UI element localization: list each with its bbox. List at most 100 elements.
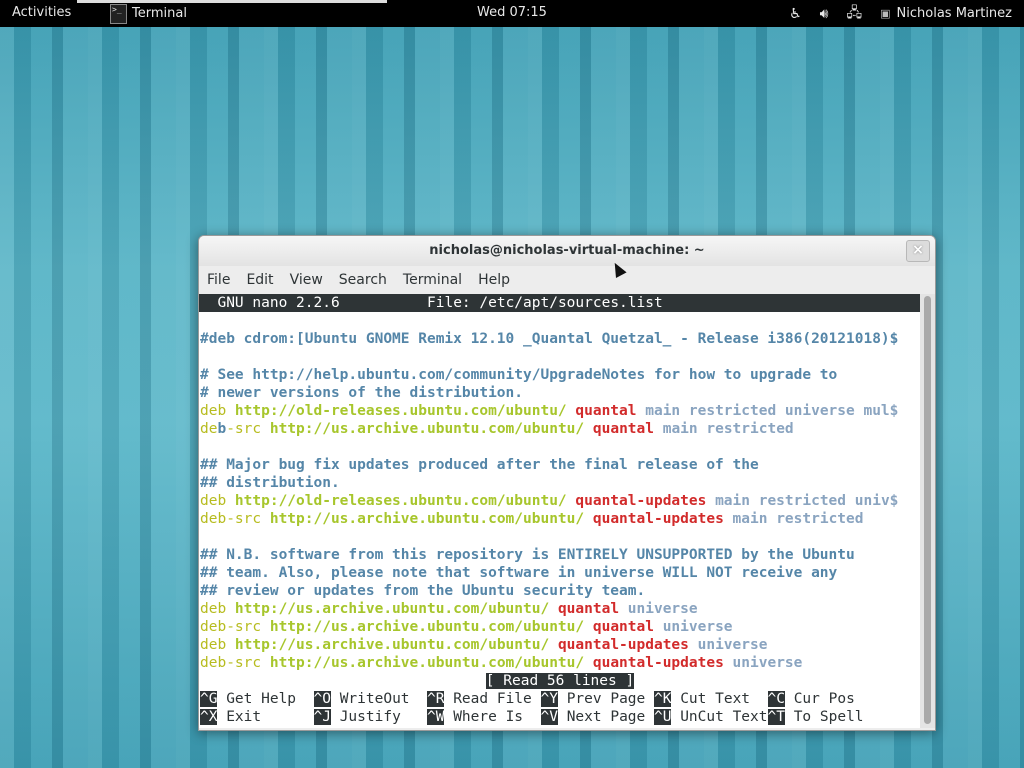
editor-line: deb-src http://us.archive.ubuntu.com/ubu… [199, 420, 920, 438]
editor-text: main restricted univ$ [706, 493, 899, 509]
top-bar: Activities >_ Terminal Wed 07:15 ♿ 🔊︎ 🖧︎… [0, 0, 1024, 27]
editor-line: deb http://old-releases.ubuntu.com/ubunt… [199, 402, 920, 420]
editor-text: #deb cdrom:[Ubuntu GNOME Remix 12.10 _Qu… [200, 331, 899, 347]
volume-icon[interactable]: 🔊︎ [820, 6, 829, 22]
shortcut-label: Cut Text [671, 691, 768, 707]
editor-text: deb [200, 403, 235, 419]
editor-text: -src [226, 421, 270, 437]
editor-text: quantal [592, 421, 654, 437]
shortcut-key: ^Y [540, 691, 558, 707]
menu-bar: File Edit View Search Terminal Help [199, 269, 935, 293]
editor-line: deb-src http://us.archive.ubuntu.com/ubu… [199, 510, 920, 528]
menu-search[interactable]: Search [331, 269, 395, 293]
nano-status-line: [ Read 56 lines ] [199, 672, 920, 690]
editor-line: deb-src http://us.archive.ubuntu.com/ubu… [199, 654, 920, 672]
editor-text: http://us.archive.ubuntu.com/ubuntu/ [269, 421, 593, 437]
shortcut-label: Next Page [557, 709, 654, 725]
editor-line: ## Major bug fix updates produced after … [199, 456, 920, 474]
shortcut-key: ^T [767, 709, 785, 725]
shortcut-label: WriteOut [330, 691, 427, 707]
network-icon[interactable]: 🖧︎ [847, 2, 863, 26]
editor-text: http://old-releases.ubuntu.com/ubuntu/ [234, 493, 576, 509]
editor-text: quantal [575, 403, 637, 419]
editor-text: quantal [592, 619, 654, 635]
nano-filename: File: /etc/apt/sources.list [427, 295, 663, 311]
menu-file[interactable]: File [199, 269, 238, 293]
editor-line: ## distribution. [199, 474, 920, 492]
window-title: nicholas@nicholas-virtual-machine: ~ [429, 243, 705, 258]
clock[interactable]: Wed 07:15 [477, 5, 547, 20]
scrollbar-thumb[interactable] [924, 296, 931, 724]
shortcut-label: Exit [217, 709, 314, 725]
editor-text: http://us.archive.ubuntu.com/ubuntu/ [269, 511, 593, 527]
close-window-button[interactable]: × [906, 240, 930, 262]
nano-version: GNU nano 2.2.6 [200, 295, 340, 311]
user-menu[interactable]: ▣ Nicholas Martinez [880, 6, 1012, 21]
editor-text: deb [200, 601, 235, 617]
shortcut-key: ^W [427, 709, 445, 725]
editor-text: http://us.archive.ubuntu.com/ubuntu/ [269, 655, 593, 671]
shortcut-label: UnCut Text [671, 709, 768, 725]
shortcut-label: Cur Pos [784, 691, 855, 707]
shortcut-label: Where Is [444, 709, 541, 725]
menu-terminal[interactable]: Terminal [395, 269, 470, 293]
editor-text: main restricted universe mul$ [636, 403, 899, 419]
terminal-scrollbar[interactable] [920, 294, 935, 728]
shortcut-key: ^V [540, 709, 558, 725]
editor-text: quantal-updates [575, 493, 707, 509]
shortcut-key: ^O [313, 691, 331, 707]
editor-text: quantal-updates [592, 511, 724, 527]
editor-text: main restricted [653, 421, 794, 437]
app-menu-button[interactable]: >_ Terminal [77, 0, 387, 27]
system-tray: ♿ 🔊︎ 🖧︎ ▣ Nicholas Martinez [789, 0, 1012, 27]
editor-text: http://us.archive.ubuntu.com/ubuntu/ [234, 637, 558, 653]
terminal-app-icon: >_ [110, 3, 127, 24]
editor-text: http://us.archive.ubuntu.com/ubuntu/ [234, 601, 558, 617]
editor-text: main restricted [723, 511, 864, 527]
app-menu-label: Terminal [132, 6, 187, 21]
editor-line: ## N.B. software from this repository is… [199, 546, 920, 564]
editor-text: universe [723, 655, 803, 671]
editor-text: deb-src [200, 619, 270, 635]
shortcut-key: ^R [427, 691, 445, 707]
editor-line: ## team. Also, please note that software… [199, 564, 920, 582]
nano-header: GNU nano 2.2.6 File: /etc/apt/sources.li… [199, 294, 920, 312]
nano-editor-body[interactable]: #deb cdrom:[Ubuntu GNOME Remix 12.10 _Qu… [199, 312, 920, 672]
shortcut-row-2: ^X Exit ^J Justify ^W Where Is ^V Next P… [199, 708, 920, 726]
terminal-window: nicholas@nicholas-virtual-machine: ~ × F… [198, 235, 936, 731]
window-titlebar[interactable]: nicholas@nicholas-virtual-machine: ~ [199, 236, 935, 266]
terminal-area[interactable]: GNU nano 2.2.6 File: /etc/apt/sources.li… [199, 294, 920, 728]
menu-view[interactable]: View [282, 269, 331, 293]
editor-text: # newer versions of the distribution. [200, 385, 524, 401]
shortcut-label: Get Help [217, 691, 314, 707]
shortcut-label: Justify [330, 709, 427, 725]
editor-text: universe [653, 619, 733, 635]
editor-text: universe [688, 637, 768, 653]
editor-line: # newer versions of the distribution. [199, 384, 920, 402]
editor-text: quantal-updates [557, 637, 689, 653]
editor-text: http://us.archive.ubuntu.com/ubuntu/ [269, 619, 593, 635]
editor-text: ## review or updates from the Ubuntu sec… [200, 583, 646, 599]
menu-help[interactable]: Help [470, 269, 518, 293]
editor-text: http://old-releases.ubuntu.com/ubuntu/ [234, 403, 576, 419]
editor-text: deb [200, 637, 235, 653]
accessibility-icon[interactable]: ♿ [789, 6, 802, 22]
editor-line: #deb cdrom:[Ubuntu GNOME Remix 12.10 _Qu… [199, 330, 920, 348]
menu-edit[interactable]: Edit [238, 269, 281, 293]
editor-text: ## N.B. software from this repository is… [200, 547, 855, 563]
chat-status-icon: ▣ [880, 7, 891, 20]
editor-text: quantal [557, 601, 620, 617]
activities-button[interactable]: Activities [12, 5, 71, 20]
editor-line: deb http://us.archive.ubuntu.com/ubuntu/… [199, 636, 920, 654]
editor-text: quantal-updates [592, 655, 724, 671]
editor-text: ## team. Also, please note that software… [200, 565, 838, 581]
shortcut-row-1: ^G Get Help ^O WriteOut ^R Read File ^Y … [199, 690, 920, 708]
editor-line: deb http://us.archive.ubuntu.com/ubuntu/… [199, 600, 920, 618]
shortcut-key: ^J [313, 709, 331, 725]
shortcut-key: ^C [767, 691, 785, 707]
user-name: Nicholas Martinez [896, 6, 1012, 21]
